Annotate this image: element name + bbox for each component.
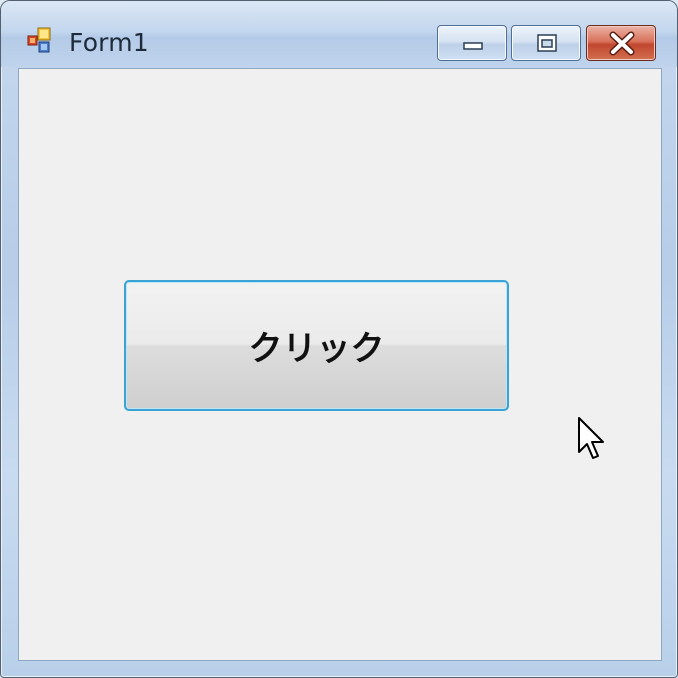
app-form-icon xyxy=(27,27,55,55)
mouse-pointer-icon xyxy=(578,417,604,459)
minimize-icon xyxy=(463,42,483,50)
maximize-icon xyxy=(537,34,557,52)
click-button-label: クリック xyxy=(248,329,385,369)
minimize-button[interactable] xyxy=(437,25,507,61)
maximize-button[interactable] xyxy=(511,25,581,61)
close-button[interactable] xyxy=(586,25,656,61)
title-bar[interactable]: Form1 xyxy=(1,1,677,67)
close-icon xyxy=(609,31,635,56)
form-client-area: クリック xyxy=(18,68,662,661)
window-title: Form1 xyxy=(69,28,149,57)
click-button[interactable]: クリック xyxy=(124,280,509,411)
form-window: Form1 クリック xyxy=(0,0,678,678)
